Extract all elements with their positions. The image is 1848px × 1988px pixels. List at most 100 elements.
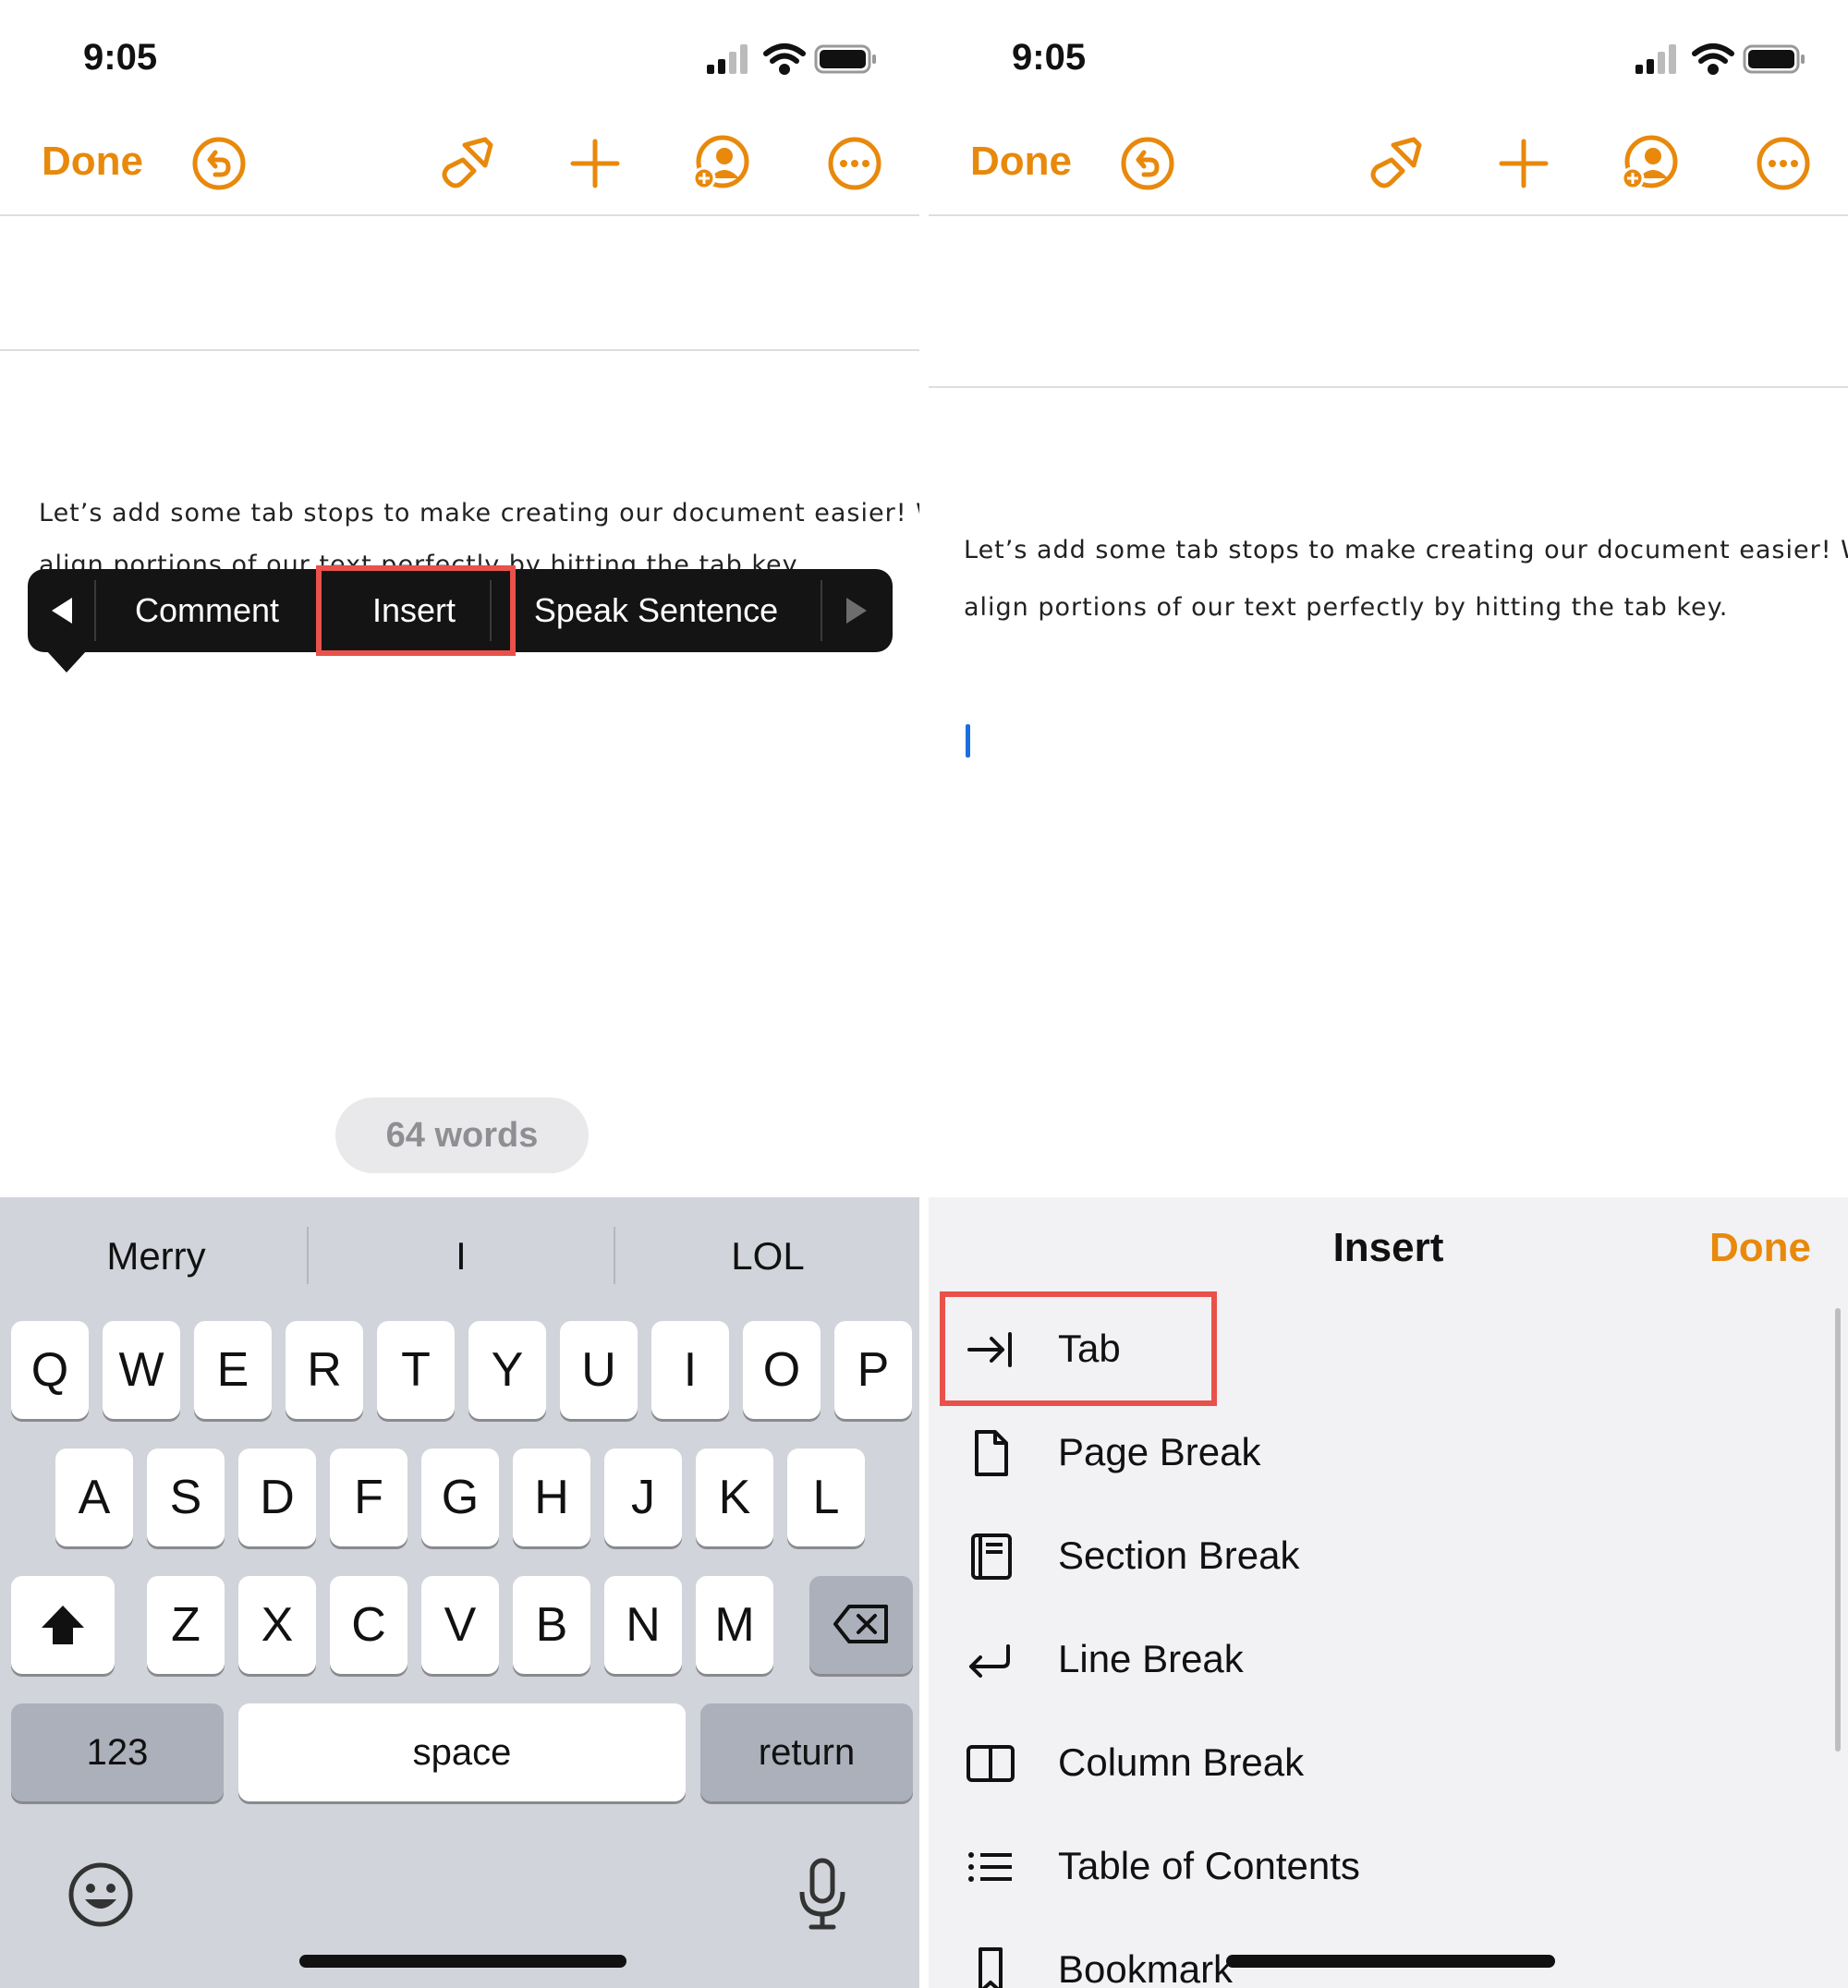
microphone-icon[interactable] [795,1857,850,1933]
shift-key[interactable] [11,1576,115,1674]
key-v[interactable]: V [421,1576,499,1674]
status-time: 9:05 [83,37,158,78]
add-icon[interactable] [1494,134,1553,193]
right-screen: 9:05 Done Let’s add some tab stops to ma… [929,0,1848,1988]
document-line-2[interactable]: align portions of our text perfectly by … [964,593,1728,622]
collaborate-icon[interactable] [691,134,750,193]
key-j[interactable]: J [604,1449,682,1546]
key-r[interactable]: R [286,1321,363,1419]
cellular-signal-icon [707,44,748,74]
right-arrow-icon[interactable] [843,595,870,626]
format-brush-icon[interactable] [1366,134,1425,193]
insert-column-break-item[interactable]: Column Break [929,1716,1848,1809]
undo-icon[interactable] [1118,134,1177,193]
page-icon [975,1430,1008,1476]
format-brush-icon[interactable] [437,134,496,193]
key-l[interactable]: L [787,1449,865,1546]
document-line-1[interactable]: Let’s add some tab stops to make creatin… [964,536,1848,564]
tab-highlight-box [940,1291,1217,1406]
insert-item-label: Section Break [1058,1533,1300,1577]
key-m[interactable]: M [696,1576,773,1674]
key-c[interactable]: C [330,1576,407,1674]
insert-item-label: Bookmark [1058,1947,1234,1988]
key-f[interactable]: F [330,1449,407,1546]
done-button[interactable]: Done [970,139,1072,185]
line-break-icon [969,1644,1010,1678]
key-x[interactable]: X [238,1576,316,1674]
comment-menu-item[interactable]: Comment [96,569,318,652]
menu-pointer [46,650,87,673]
key-a[interactable]: A [55,1449,133,1546]
key-u[interactable]: U [560,1321,638,1419]
insert-section-break-item[interactable]: Section Break [929,1509,1848,1602]
home-indicator[interactable] [299,1955,626,1968]
add-icon[interactable] [565,134,625,193]
left-screen: 9:05 Done Let’s add some tab stops to ma… [0,0,919,1988]
toolbar-divider [929,214,1848,216]
keyboard: Merry I LOL Q W E R T Y U I O P A S D F … [0,1197,919,1988]
cellular-signal-icon [1635,44,1676,74]
menu-separator [821,580,822,641]
suggestion-2[interactable]: I [309,1234,614,1279]
status-time: 9:05 [1012,37,1087,78]
key-e[interactable]: E [194,1321,272,1419]
toolbar-divider [0,214,919,216]
status-bar-icons [707,41,882,82]
key-q[interactable]: Q [11,1321,89,1419]
battery-icon [1743,44,1805,74]
key-n[interactable]: N [604,1576,682,1674]
more-icon[interactable] [825,134,884,193]
home-indicator[interactable] [1226,1955,1555,1968]
key-g[interactable]: G [421,1449,499,1546]
insert-table-of-contents-item[interactable]: Table of Contents [929,1820,1848,1912]
key-y[interactable]: Y [468,1321,546,1419]
space-key[interactable]: space [238,1703,686,1801]
key-p[interactable]: P [834,1321,912,1419]
key-i[interactable]: I [651,1321,729,1419]
shift-icon [42,1606,84,1644]
delete-key[interactable] [809,1576,913,1674]
undo-icon[interactable] [189,134,249,193]
insert-item-label: Column Break [1058,1740,1305,1784]
section-icon [971,1533,1012,1580]
return-key[interactable]: return [700,1703,913,1801]
insert-page-break-item[interactable]: Page Break [929,1406,1848,1498]
insert-sheet: Insert Done Tab Page Break Section Break [929,1197,1848,1988]
emoji-icon[interactable] [67,1861,135,1929]
key-d[interactable]: D [238,1449,316,1546]
status-bar-icons [1635,41,1811,82]
numbers-key[interactable]: 123 [11,1703,224,1801]
key-o[interactable]: O [743,1321,821,1419]
column-icon [967,1745,1015,1782]
left-arrow-icon[interactable] [48,595,76,626]
document-line-1[interactable]: Let’s add some tab stops to make creatin… [39,499,919,527]
list-icon [968,1852,1012,1882]
insert-highlight-box [316,565,516,656]
wifi-icon [763,43,806,75]
suggestion-1[interactable]: Merry [4,1234,309,1279]
ruler-divider [929,386,1848,388]
key-w[interactable]: W [103,1321,180,1419]
word-count-badge[interactable]: 64 words [335,1097,589,1173]
key-h[interactable]: H [513,1449,590,1546]
insert-item-label: Line Break [1058,1637,1244,1680]
collaborate-icon[interactable] [1620,134,1679,193]
wifi-icon [1692,43,1734,75]
delete-icon [833,1605,888,1643]
speak-sentence-menu-item[interactable]: Speak Sentence [508,569,804,652]
panel-divider [919,0,929,1988]
key-b[interactable]: B [513,1576,590,1674]
battery-icon [814,44,876,74]
bookmark-icon [979,1947,1003,1988]
done-button[interactable]: Done [42,139,143,185]
sheet-done-button[interactable]: Done [1709,1225,1811,1271]
key-s[interactable]: S [147,1449,225,1546]
key-k[interactable]: K [696,1449,773,1546]
insert-line-break-item[interactable]: Line Break [929,1613,1848,1705]
key-t[interactable]: T [377,1321,455,1419]
scroll-bar[interactable] [1835,1308,1841,1752]
key-z[interactable]: Z [147,1576,225,1674]
suggestion-3[interactable]: LOL [615,1234,919,1279]
insert-item-label: Page Break [1058,1430,1261,1473]
more-icon[interactable] [1754,134,1813,193]
